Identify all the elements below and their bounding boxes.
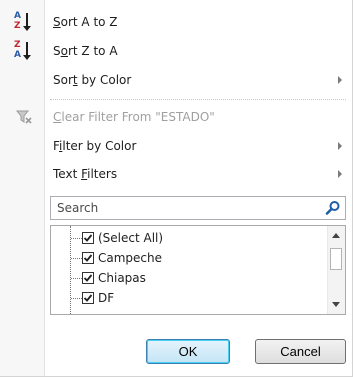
list-item[interactable]: DF xyxy=(51,289,321,309)
checkbox-select-all[interactable] xyxy=(82,232,94,244)
sort-z-to-a-item[interactable]: Z A Sort Z to A xyxy=(0,36,352,65)
list-scrollbar[interactable] xyxy=(327,226,345,314)
sort-by-color-label: Sort by Color xyxy=(53,72,132,87)
filter-values-list[interactable]: (Select All) Campeche Chiapas DF xyxy=(50,225,346,315)
sort-a-to-z-label: Sort A to Z xyxy=(53,14,118,29)
search-placeholder: Search xyxy=(57,201,99,215)
list-item-select-all[interactable]: (Select All) xyxy=(51,229,321,249)
checkbox[interactable] xyxy=(82,252,94,264)
ok-button[interactable]: OK xyxy=(146,339,230,364)
sort-z-to-a-label: Sort Z to A xyxy=(53,43,118,58)
filter-dropdown-menu: A Z Sort A to Z Z A Sort Z to A Sort by … xyxy=(0,0,353,377)
sort-by-color-item[interactable]: Sort by Color xyxy=(0,65,352,94)
sort-ascending-icon: A Z xyxy=(11,10,37,34)
menu-separator xyxy=(50,99,346,100)
clear-filter-item[interactable]: Clear Filter From "ESTADO" xyxy=(0,102,352,131)
text-filters-item[interactable]: Text Filters xyxy=(0,159,352,188)
scroll-thumb[interactable] xyxy=(330,248,342,270)
clear-filter-label: Clear Filter From "ESTADO" xyxy=(53,109,215,124)
search-input[interactable]: Search xyxy=(50,196,346,220)
text-filters-label: Text Filters xyxy=(53,166,118,181)
cancel-button[interactable]: Cancel xyxy=(255,339,346,364)
filter-by-color-item[interactable]: Filter by Color xyxy=(0,131,352,160)
submenu-arrow-icon xyxy=(338,75,342,84)
checkbox[interactable] xyxy=(82,272,94,284)
sort-descending-icon: Z A xyxy=(11,39,37,63)
list-item[interactable]: Campeche xyxy=(51,249,321,269)
checkbox[interactable] xyxy=(82,292,94,304)
search-icon[interactable] xyxy=(325,200,341,216)
filter-by-color-label: Filter by Color xyxy=(53,138,137,153)
scroll-up-icon[interactable] xyxy=(332,233,340,238)
scroll-down-icon[interactable] xyxy=(332,302,340,307)
clear-filter-icon xyxy=(11,105,37,129)
sort-a-to-z-item[interactable]: A Z Sort A to Z xyxy=(0,7,352,36)
list-item[interactable]: Chiapas xyxy=(51,269,321,289)
submenu-arrow-icon xyxy=(338,141,342,150)
submenu-arrow-icon xyxy=(338,169,342,178)
